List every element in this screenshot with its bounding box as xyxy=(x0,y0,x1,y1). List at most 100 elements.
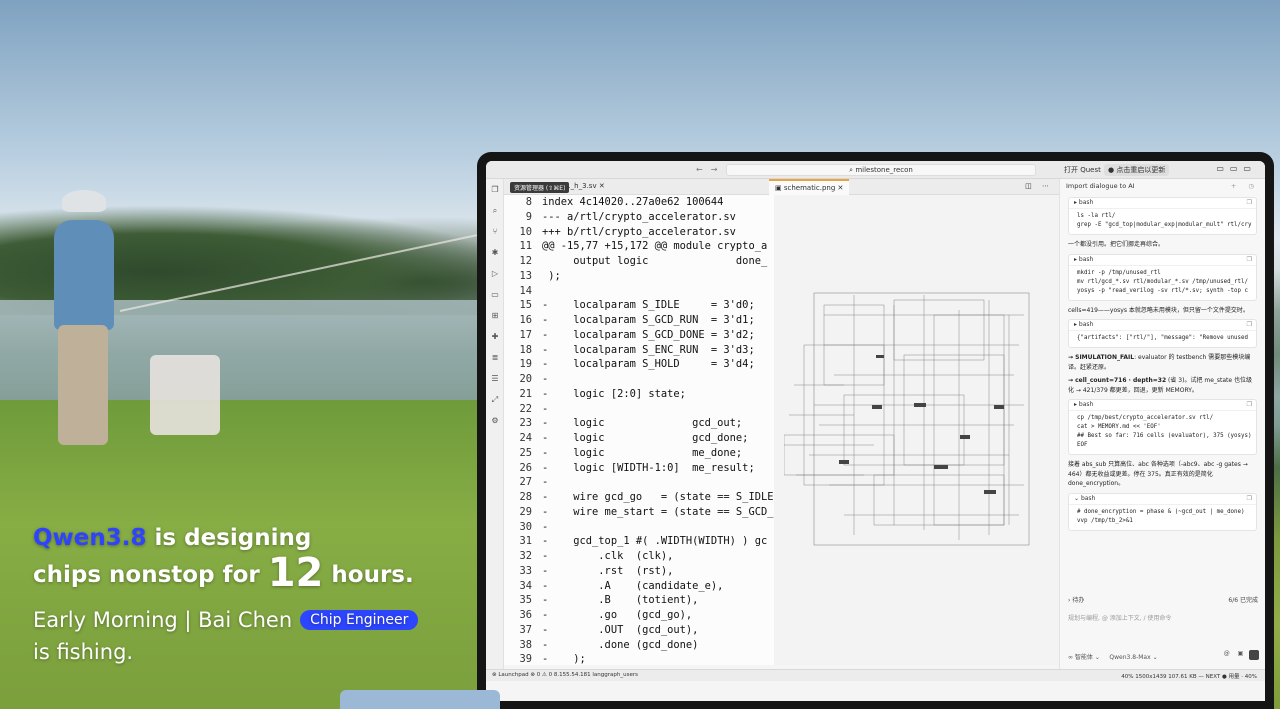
code-line: 21 - logic [2:0] state; xyxy=(504,387,774,402)
copy-icon[interactable]: ❐ xyxy=(1247,256,1252,263)
remote-icon[interactable]: ▭ xyxy=(486,284,504,305)
editor-tabs: 资源管理器 (⇧⌘E) ..._h_3.sv ✕ ▣ schematic.png… xyxy=(504,179,1059,195)
code-text: - localparam S_GCD_DONE = 3'd2; xyxy=(542,328,755,341)
copy-icon[interactable]: ❐ xyxy=(1247,199,1252,206)
window-controls[interactable]: ▭▭▭ xyxy=(1216,164,1257,173)
code-line: 35 - .B (totient), xyxy=(504,593,774,608)
code-text: - .OUT (gcd_out), xyxy=(542,623,699,636)
code-line: 13 ); xyxy=(504,269,774,284)
code-text: ); xyxy=(542,269,561,282)
code-line: 31 - gcd_top_1 #( .WIDTH(WIDTH) ) gc xyxy=(504,534,774,549)
code-text: +++ b/rtl/crypto_accelerator.sv xyxy=(542,225,736,238)
hours-number: 12 xyxy=(267,550,324,596)
extensions-icon[interactable]: ✱ xyxy=(486,242,504,263)
code-text: - .done (gcd_done) xyxy=(542,638,699,651)
code-text: - wire gcd_go = (state == S_IDLE xyxy=(542,491,774,503)
code-line: 22- xyxy=(504,402,774,417)
code-text: - .A (candidate_e), xyxy=(542,579,724,592)
chat-header-tools[interactable]: + ◷ xyxy=(1231,182,1259,190)
copy-icon[interactable]: ❐ xyxy=(1247,495,1252,502)
code-line: 11 @@ -15,77 +15,172 @@ module crypto_a xyxy=(504,239,774,254)
code-text: output logic done_ xyxy=(542,255,768,267)
bash-card: ▸ bash ❐ {"artifacts": ["rtl/"], "message… xyxy=(1068,319,1257,348)
database-icon[interactable]: ≣ xyxy=(486,347,504,368)
code-text: - localparam S_IDLE = 3'd0; xyxy=(542,299,755,312)
fisherman-figure xyxy=(48,190,128,460)
code-line: 27- xyxy=(504,475,774,490)
line-number: 30 xyxy=(519,520,532,533)
line-number: 39 xyxy=(519,653,532,665)
nav-arrows[interactable]: ←→ xyxy=(696,165,725,174)
line-number: 13 xyxy=(519,269,532,282)
split-editor-icon[interactable]: ◫ ⋯ xyxy=(1025,182,1053,190)
code-line: 30- xyxy=(504,520,774,535)
chat-input[interactable]: 规划与编程, @ 添加上下文, / 使用命令 xyxy=(1068,613,1258,622)
caption-line-2: chips nonstop for 12 hours. xyxy=(33,550,414,596)
code-editor[interactable]: 8 index 4c14020..27a0e62 100644 9 --- a/rtl… xyxy=(504,195,774,665)
line-number: 21 xyxy=(519,387,532,400)
search-icon[interactable]: ⌕ xyxy=(486,200,504,221)
line-number: 36 xyxy=(519,609,532,621)
send-button[interactable] xyxy=(1249,650,1259,660)
explorer-icon[interactable]: ❐ xyxy=(486,179,504,200)
command-search[interactable]: ⌕ milestone_recon xyxy=(726,164,1036,176)
caption-line-4: is fishing. xyxy=(33,640,134,664)
layers-icon[interactable]: ☰ xyxy=(486,368,504,389)
code-text: - logic gcd_done; xyxy=(542,432,749,444)
code-text: - xyxy=(542,520,549,533)
chat-message: → cell_count=716 · depth=32 (省 3)。试把 me_… xyxy=(1068,377,1253,394)
settings-icon[interactable]: ⚙ xyxy=(486,410,504,431)
line-number: 31 xyxy=(519,535,532,548)
code-line: 20- xyxy=(504,372,774,387)
code-line: 10 +++ b/rtl/crypto_accelerator.sv xyxy=(504,225,774,240)
role-badge: Chip Engineer xyxy=(300,610,419,630)
code-text: - localparam S_GCD_RUN = 3'd1; xyxy=(542,314,755,326)
line-number: 35 xyxy=(519,594,532,607)
code-text: index 4c14020..27a0e62 100644 xyxy=(542,196,724,208)
code-line: 28 - wire gcd_go = (state == S_IDLE xyxy=(504,490,774,505)
restart-update-button[interactable]: ● 点击重启以更新 xyxy=(1104,164,1170,176)
line-number: 25 xyxy=(519,446,532,459)
tab-schematic[interactable]: ▣ schematic.png ✕ xyxy=(769,179,850,195)
copy-icon[interactable]: ❐ xyxy=(1247,401,1252,408)
code-line: 38 - .done (gcd_done) xyxy=(504,638,774,653)
chat-message: 一个都没引用。把它们挪走再综合。 xyxy=(1068,241,1165,248)
agent-mode-select[interactable]: ∞ 智能体 ⌄ xyxy=(1068,654,1100,661)
line-number: 34 xyxy=(519,579,532,592)
code-text: - logic [WIDTH-1:0] me_result; xyxy=(542,461,755,474)
code-line: 39 - ); xyxy=(504,652,774,665)
code-text: - xyxy=(542,402,549,415)
bash-card: ⌄ bash ❐ # done_encryption = phase & (~gc… xyxy=(1068,492,1257,531)
tab-sv-file[interactable]: ..._h_3.sv ✕ xyxy=(564,182,605,190)
grid-icon[interactable]: ⊞ xyxy=(486,305,504,326)
code-line: 23 - logic gcd_out; xyxy=(504,416,774,431)
source-control-icon[interactable]: ⑂ xyxy=(486,221,504,242)
status-left: ⊗ Launchpad ⊗ 0 ⚠ 0 8.155.54.181 langgra… xyxy=(492,672,638,678)
code-text: - xyxy=(542,476,549,489)
copy-icon[interactable]: ❐ xyxy=(1247,321,1252,328)
laptop: ←→ ⌕ milestone_recon 打开 Quest ↗ ● 点击重启以更… xyxy=(477,152,1274,709)
todo-row[interactable]: › 待办 6/6 已完成 xyxy=(1068,595,1258,604)
code-line: 12 output logic done_ xyxy=(504,254,774,269)
ai-chat-panel: Import dialogue to AI + ◷ ▸ bash ❐ ls -la… xyxy=(1059,179,1265,669)
open-quest-button[interactable]: 打开 Quest ↗ xyxy=(1064,165,1109,175)
code-line: 19 - localparam S_HOLD = 3'd4; xyxy=(504,357,774,372)
desk-object xyxy=(340,690,500,709)
deploy-icon[interactable]: ⤢ xyxy=(486,389,504,410)
run-icon[interactable]: ▷ xyxy=(486,263,504,284)
chat-header: Import dialogue to AI + ◷ xyxy=(1066,182,1259,190)
line-number: 11 xyxy=(519,240,532,253)
model-select[interactable]: Qwen3.8-Max ⌄ xyxy=(1109,654,1157,661)
promo-caption: Qwen3.8 is designing chips nonstop for 1… xyxy=(33,522,419,664)
title-bar: ←→ ⌕ milestone_recon 打开 Quest ↗ ● 点击重启以更… xyxy=(486,161,1265,179)
puzzle-icon[interactable]: ✚ xyxy=(486,326,504,347)
line-number: 29 xyxy=(519,505,532,518)
code-line: 32 - .clk (clk), xyxy=(504,549,774,564)
chat-message: → SIMULATION_FAIL: evaluator 的 testbench… xyxy=(1068,354,1251,371)
chat-footer: ∞ 智能体 ⌄ Qwen3.8-Max ⌄ @ ▣ ♪ xyxy=(1068,650,1258,661)
code-line: 15 - localparam S_IDLE = 3'd0; xyxy=(504,298,774,313)
code-line: 14 xyxy=(504,284,774,299)
code-line: 9 --- a/rtl/crypto_accelerator.sv xyxy=(504,210,774,225)
line-number: 27 xyxy=(519,476,532,489)
line-number: 12 xyxy=(519,255,532,267)
